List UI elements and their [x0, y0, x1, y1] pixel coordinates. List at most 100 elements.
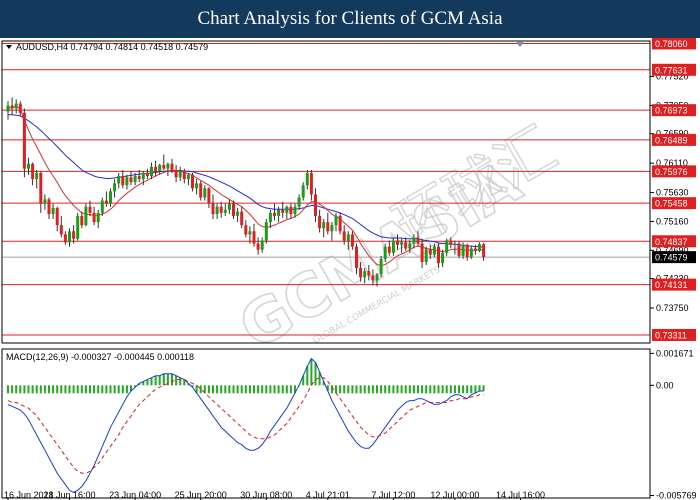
- macd-bar: [105, 385, 108, 394]
- macd-bar: [261, 385, 264, 394]
- candle-body: [301, 185, 305, 198]
- candle-body: [305, 172, 309, 186]
- macd-bar: [384, 385, 387, 394]
- candle-body: [154, 166, 158, 172]
- candle: [478, 242, 481, 253]
- macd-bar: [72, 385, 75, 394]
- macd-bar: [339, 385, 342, 394]
- macd-bar: [359, 385, 362, 394]
- candle-body: [182, 171, 186, 180]
- candle-body: [264, 222, 268, 241]
- candle-body: [412, 237, 416, 244]
- macd-label: MACD(12,26,9) -0.000327 -0.000445 0.0001…: [6, 352, 194, 362]
- macd-bar: [31, 385, 34, 394]
- macd-bar: [240, 385, 243, 394]
- macd-bar: [224, 385, 227, 394]
- candle: [59, 215, 63, 238]
- candle: [297, 194, 301, 210]
- candle: [43, 194, 47, 210]
- candle: [14, 99, 18, 114]
- candle: [260, 237, 264, 253]
- candle-body: [6, 105, 10, 112]
- macd-bar: [7, 385, 9, 394]
- candle-body: [150, 166, 153, 177]
- candle-body: [469, 248, 473, 258]
- candle: [203, 185, 207, 201]
- candle-body: [371, 275, 375, 281]
- level-label: 0.74837: [655, 237, 688, 247]
- macd-bar: [48, 385, 50, 394]
- candle-body: [104, 200, 108, 204]
- macd-bar: [478, 385, 481, 392]
- candle: [219, 201, 223, 218]
- candle: [125, 174, 129, 190]
- candle-body: [178, 171, 182, 178]
- macd-bar: [212, 385, 214, 394]
- candle-body: [43, 199, 47, 204]
- macd-bar: [60, 385, 63, 394]
- macd-bar: [343, 385, 346, 394]
- macd-bar: [162, 373, 165, 386]
- macd-bar: [310, 358, 313, 386]
- macd-bar: [404, 385, 407, 394]
- candle-body: [285, 206, 289, 213]
- macd-bar: [466, 385, 469, 394]
- candle-body: [441, 252, 445, 264]
- candle: [145, 168, 149, 180]
- candle: [264, 219, 268, 244]
- candle: [281, 201, 285, 218]
- macd-bar: [236, 385, 239, 394]
- macd-bar: [64, 385, 67, 394]
- macd-bar: [101, 385, 104, 394]
- chart-shift-icon: [516, 42, 524, 47]
- candle-body: [223, 209, 227, 213]
- candle: [330, 222, 334, 241]
- candle-body: [297, 197, 301, 207]
- candle: [301, 182, 305, 201]
- candle: [117, 172, 121, 189]
- macd-bar: [376, 385, 378, 394]
- candle-body: [478, 244, 481, 251]
- candle-body: [10, 105, 14, 109]
- candle-body: [31, 163, 35, 180]
- candle: [289, 203, 293, 220]
- macd-bar: [39, 385, 42, 394]
- macd-bar: [248, 385, 251, 394]
- candle-body: [437, 246, 440, 264]
- macd-bar: [150, 377, 153, 386]
- candle-body: [68, 231, 71, 243]
- macd-bar: [84, 385, 87, 394]
- candle-body: [211, 203, 215, 215]
- candle: [379, 255, 383, 278]
- macd-panel: [7, 357, 485, 493]
- y-tick-label: 0.75630: [656, 188, 689, 198]
- macd-bar: [433, 385, 436, 394]
- candle-body: [391, 240, 395, 253]
- candle: [236, 207, 240, 223]
- candle-body: [121, 176, 125, 186]
- macd-panel-frame: [1, 348, 651, 499]
- macd-bar: [371, 385, 374, 394]
- macd-bar: [453, 385, 456, 394]
- macd-bar: [462, 385, 465, 394]
- macd-main-line: [7, 357, 484, 493]
- macd-y-tick-label: 0.00: [656, 380, 674, 390]
- level-label: 0.78060: [655, 39, 688, 49]
- candle-body: [387, 246, 391, 253]
- candle-body: [461, 244, 465, 256]
- candle-body: [428, 249, 432, 255]
- candle-body: [248, 231, 252, 235]
- candle-body: [355, 246, 358, 269]
- candle-body: [346, 234, 350, 241]
- candle: [113, 179, 117, 198]
- candle: [166, 162, 170, 177]
- x-tick-label: 25 Jun 20:00: [175, 490, 227, 500]
- candle: [22, 108, 26, 178]
- candle: [199, 180, 203, 201]
- candle: [227, 199, 231, 215]
- candle: [178, 166, 182, 181]
- y-tick-label: 0.75160: [656, 216, 689, 226]
- macd-bar: [285, 385, 288, 394]
- candle-body: [39, 172, 43, 204]
- candle-body: [199, 183, 203, 198]
